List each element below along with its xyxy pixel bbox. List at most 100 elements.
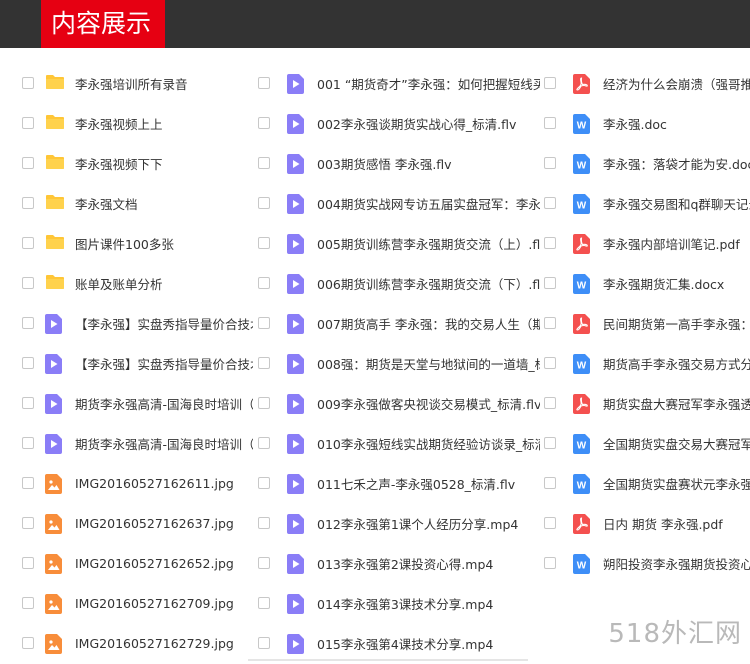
file-name[interactable]: 期货李永强高清-国海良时培训（ — [75, 394, 253, 413]
file-row[interactable]: 015李永强第4课技术分享.mp4 — [254, 623, 540, 663]
select-checkbox[interactable] — [258, 477, 270, 489]
file-name[interactable]: 全国期货实盘交易大赛冠军李 — [603, 434, 750, 453]
file-name[interactable]: 002李永强谈期货实战心得_标清.flv — [317, 114, 516, 133]
file-row[interactable]: W 全国期货实盘赛状元李永强.c — [540, 463, 750, 503]
select-checkbox[interactable] — [258, 277, 270, 289]
select-checkbox[interactable] — [544, 357, 556, 369]
select-checkbox[interactable] — [22, 117, 34, 129]
file-row[interactable]: 001 “期货奇才”李永强：如何把握短线买 — [254, 63, 540, 103]
select-checkbox[interactable] — [544, 437, 556, 449]
select-checkbox[interactable] — [544, 77, 556, 89]
select-checkbox[interactable] — [22, 197, 34, 209]
file-row[interactable]: 李永强培训所有录音 — [0, 63, 254, 103]
select-checkbox[interactable] — [544, 237, 556, 249]
file-name[interactable]: 005期货训练营李永强期货交流（上）.flv — [317, 234, 540, 253]
file-row[interactable]: 期货实盘大赛冠军李永强透露 — [540, 383, 750, 423]
select-checkbox[interactable] — [544, 117, 556, 129]
select-checkbox[interactable] — [544, 197, 556, 209]
select-checkbox[interactable] — [258, 637, 270, 649]
file-name[interactable]: IMG20160527162652.jpg — [75, 556, 234, 571]
file-row[interactable]: IMG20160527162637.jpg — [0, 503, 254, 543]
file-row[interactable]: 008强：期货是天堂与地狱间的一道墙_标清 — [254, 343, 540, 383]
file-name[interactable]: 011七禾之声-李永强0528_标清.flv — [317, 474, 515, 493]
select-checkbox[interactable] — [22, 277, 34, 289]
file-name[interactable]: 012李永强第1课个人经历分享.mp4 — [317, 514, 518, 533]
file-row[interactable]: 007期货高手 李永强：我的交易人生（期货 — [254, 303, 540, 343]
file-name[interactable]: 经济为什么会崩溃（强哥推荐 — [603, 74, 750, 93]
file-row[interactable]: 003期货感悟 李永强.flv — [254, 143, 540, 183]
select-checkbox[interactable] — [258, 597, 270, 609]
select-checkbox[interactable] — [22, 357, 34, 369]
select-checkbox[interactable] — [544, 477, 556, 489]
file-row[interactable]: 李永强内部培训笔记.pdf — [540, 223, 750, 263]
file-name[interactable]: 015李永强第4课技术分享.mp4 — [317, 634, 493, 653]
file-name[interactable]: IMG20160527162709.jpg — [75, 596, 234, 611]
select-checkbox[interactable] — [258, 157, 270, 169]
file-row[interactable]: IMG20160527162729.jpg — [0, 623, 254, 663]
file-name[interactable]: 日内 期货 李永强.pdf — [603, 514, 723, 533]
file-name[interactable]: 朔阳投资李永强期货投资心法 — [603, 554, 750, 573]
file-row[interactable]: 期货李永强高清-国海良时培训（ — [0, 383, 254, 423]
select-checkbox[interactable] — [258, 117, 270, 129]
file-name[interactable]: 李永强视频下下 — [75, 154, 163, 173]
select-checkbox[interactable] — [544, 277, 556, 289]
file-name[interactable]: 【李永强】实盘秀指导量价合技术 — [75, 354, 253, 373]
select-checkbox[interactable] — [22, 597, 34, 609]
file-name[interactable]: 李永强交易图和q群聊天记录 — [603, 194, 750, 213]
select-checkbox[interactable] — [258, 77, 270, 89]
file-name[interactable]: 李永强文档 — [75, 194, 138, 213]
file-row[interactable]: 006期货训练营李永强期货交流（下）.flv — [254, 263, 540, 303]
select-checkbox[interactable] — [544, 157, 556, 169]
file-row[interactable]: 账单及账单分析 — [0, 263, 254, 303]
file-row[interactable]: W 期货高手李永强交易方式分析 — [540, 343, 750, 383]
select-checkbox[interactable] — [258, 557, 270, 569]
file-row[interactable]: IMG20160527162652.jpg — [0, 543, 254, 583]
file-row[interactable]: 经济为什么会崩溃（强哥推荐 — [540, 63, 750, 103]
file-row[interactable]: 期货李永强高清-国海良时培训（ — [0, 423, 254, 463]
file-row[interactable]: 李永强文档 — [0, 183, 254, 223]
file-row[interactable]: 李永强视频上上 — [0, 103, 254, 143]
file-row[interactable]: 014李永强第3课技术分享.mp4 — [254, 583, 540, 623]
file-row[interactable]: 图片课件100多张 — [0, 223, 254, 263]
file-name[interactable]: IMG20160527162611.jpg — [75, 476, 234, 491]
select-checkbox[interactable] — [22, 477, 34, 489]
select-checkbox[interactable] — [544, 557, 556, 569]
file-row[interactable]: W 全国期货实盘交易大赛冠军李 — [540, 423, 750, 463]
file-name[interactable]: 010李永强短线实战期货经验访谈录_标清.f — [317, 434, 540, 453]
file-row[interactable]: 【李永强】实盘秀指导量价合技术 — [0, 303, 254, 343]
file-row[interactable]: 012李永强第1课个人经历分享.mp4 — [254, 503, 540, 543]
select-checkbox[interactable] — [258, 397, 270, 409]
file-name[interactable]: IMG20160527162729.jpg — [75, 636, 234, 651]
file-name[interactable]: 李永强：落袋才能为安.doc — [603, 154, 750, 173]
select-checkbox[interactable] — [258, 237, 270, 249]
file-name[interactable]: 李永强培训所有录音 — [75, 74, 188, 93]
select-checkbox[interactable] — [22, 397, 34, 409]
file-row[interactable]: 011七禾之声-李永强0528_标清.flv — [254, 463, 540, 503]
file-name[interactable]: 民间期货第一高手李永强：三 — [603, 314, 750, 333]
file-row[interactable]: 005期货训练营李永强期货交流（上）.flv — [254, 223, 540, 263]
select-checkbox[interactable] — [22, 157, 34, 169]
file-name[interactable]: 007期货高手 李永强：我的交易人生（期货 — [317, 314, 540, 333]
select-checkbox[interactable] — [22, 557, 34, 569]
file-name[interactable]: IMG20160527162637.jpg — [75, 516, 234, 531]
file-row[interactable]: W 朔阳投资李永强期货投资心法 — [540, 543, 750, 583]
select-checkbox[interactable] — [258, 357, 270, 369]
file-name[interactable]: 李永强期货汇集.docx — [603, 274, 724, 293]
select-checkbox[interactable] — [22, 517, 34, 529]
select-checkbox[interactable] — [258, 197, 270, 209]
select-checkbox[interactable] — [544, 317, 556, 329]
file-row[interactable]: 日内 期货 李永强.pdf — [540, 503, 750, 543]
file-row[interactable]: 【李永强】实盘秀指导量价合技术 — [0, 343, 254, 383]
file-name[interactable]: 李永强内部培训笔记.pdf — [603, 234, 740, 253]
select-checkbox[interactable] — [22, 77, 34, 89]
file-row[interactable]: 民间期货第一高手李永强：三 — [540, 303, 750, 343]
file-name[interactable]: 期货高手李永强交易方式分析 — [603, 354, 750, 373]
select-checkbox[interactable] — [22, 237, 34, 249]
file-name[interactable]: 014李永强第3课技术分享.mp4 — [317, 594, 493, 613]
file-name[interactable]: 李永强.doc — [603, 114, 667, 133]
file-row[interactable]: 002李永强谈期货实战心得_标清.flv — [254, 103, 540, 143]
select-checkbox[interactable] — [544, 517, 556, 529]
file-row[interactable]: W 李永强期货汇集.docx — [540, 263, 750, 303]
file-row[interactable]: 013李永强第2课投资心得.mp4 — [254, 543, 540, 583]
file-name[interactable]: 图片课件100多张 — [75, 234, 174, 253]
